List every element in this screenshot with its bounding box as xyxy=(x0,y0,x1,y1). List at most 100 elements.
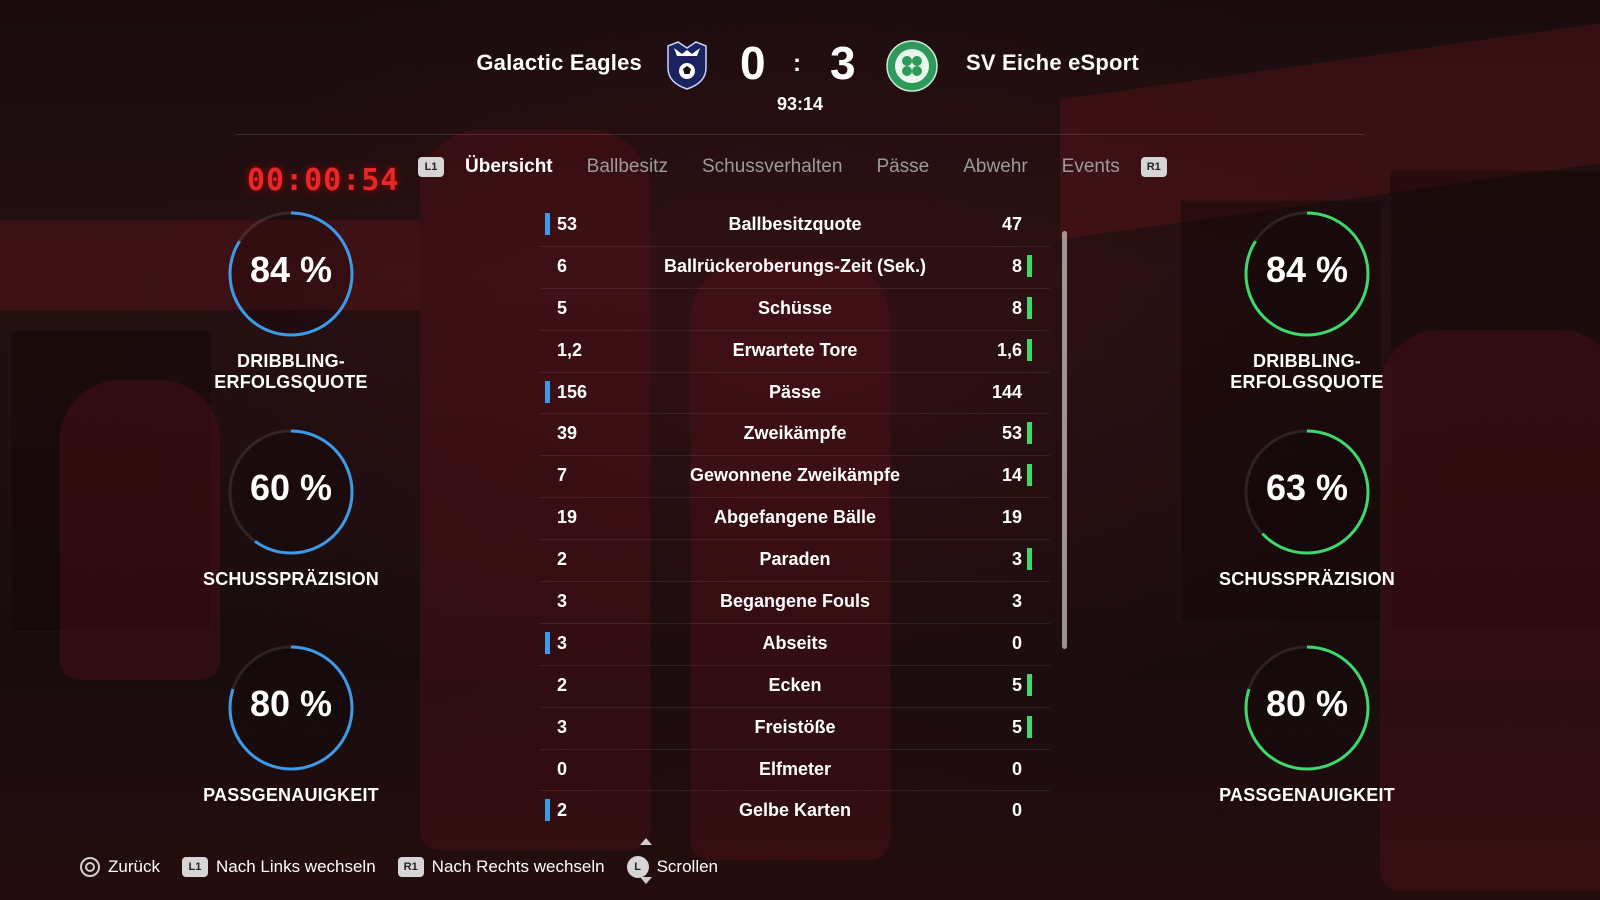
away-value: 19 xyxy=(1001,507,1022,528)
gauge-value: 63 % xyxy=(1265,467,1349,508)
away-gauge-dribbling: 84 % DRIBBLING-ERFOLGSQUOTE xyxy=(1177,209,1437,393)
stat-row: 3 Begangene Fouls 3 xyxy=(540,582,1050,624)
away-value: 8 xyxy=(1011,255,1022,276)
stat-label: Gewonnene Zweikämpfe xyxy=(689,465,901,486)
stats-scrollbar[interactable] xyxy=(1062,231,1067,649)
away-value: 5 xyxy=(1011,716,1022,737)
tab-abwehr[interactable]: Abwehr xyxy=(963,156,1027,178)
tab-uebersicht[interactable]: Übersicht xyxy=(465,156,553,178)
stat-label: Elfmeter xyxy=(758,758,832,779)
stat-label: Freistöße xyxy=(754,716,836,737)
stat-label: Zweikämpfe xyxy=(743,423,847,444)
stat-label: Begangene Fouls xyxy=(719,591,871,612)
stat-label: Abseits xyxy=(762,632,828,653)
stat-row: 1,2 Erwartete Tore 1,6 xyxy=(540,331,1050,373)
away-value: 3 xyxy=(1011,549,1022,570)
switch-left-label: Nach Links wechseln xyxy=(215,857,376,876)
stat-row: 2 Paraden 3 xyxy=(540,540,1050,583)
stat-row: 3 Abseits 0 xyxy=(540,624,1050,666)
home-gauge-dribbling: 84 % DRIBBLING-ERFOLGSQUOTE xyxy=(161,209,421,393)
gauge-label: PASSGENAUIGKEIT xyxy=(1219,785,1395,805)
stat-row: 5 Schüsse 8 xyxy=(540,289,1050,331)
back-hint[interactable]: Zurück xyxy=(80,857,160,877)
match-clock: 93:14 xyxy=(776,94,824,114)
gauge-label: DRIBBLING-ERFOLGSQUOTE xyxy=(1230,351,1384,392)
l1-button-icon: L1 xyxy=(181,857,208,877)
switch-right-hint[interactable]: R1 Nach Rechts wechseln xyxy=(397,857,605,877)
home-score: 0 xyxy=(740,37,766,89)
away-leader-bar xyxy=(1027,254,1032,277)
away-value: 0 xyxy=(1011,800,1022,821)
gauge-label: PASSGENAUIGKEIT xyxy=(203,785,379,805)
circle-button-icon xyxy=(80,857,100,877)
switch-left-hint[interactable]: L1 Nach Links wechseln xyxy=(181,857,376,877)
gauge-value: 80 % xyxy=(249,683,333,724)
stat-label: Abgefangene Bälle xyxy=(713,507,877,528)
stat-label: Pässe xyxy=(768,381,822,402)
stat-row: 6 Ballrückeroberungs-Zeit (Sek.) 8 xyxy=(540,247,1050,289)
l1-button-icon[interactable]: L1 xyxy=(418,157,444,177)
gauge-label: SCHUSSPRÄZISION xyxy=(202,569,380,589)
eagle-crest-icon xyxy=(667,41,707,90)
stat-label: Erwartete Tore xyxy=(732,339,858,360)
tab-paesse[interactable]: Pässe xyxy=(876,156,929,178)
away-value: 3 xyxy=(1011,591,1022,612)
stat-row: 19 Abgefangene Bälle 19 xyxy=(540,498,1050,541)
stat-row: 39 Zweikämpfe 53 xyxy=(540,414,1050,457)
scroll-arrows-icon xyxy=(640,838,652,884)
score-separator: : xyxy=(793,50,801,77)
gauge-value: 80 % xyxy=(1265,683,1349,724)
home-team-name: Galactic Eagles xyxy=(476,50,642,75)
gauge-label: DRIBBLING-ERFOLGSQUOTE xyxy=(214,351,368,392)
stat-row: 0 Elfmeter 0 xyxy=(540,750,1050,792)
away-leader-bar xyxy=(1027,422,1032,445)
away-value: 5 xyxy=(1011,674,1022,695)
tab-events[interactable]: Events xyxy=(1062,156,1120,178)
tab-schussverhalten[interactable]: Schussverhalten xyxy=(702,156,842,178)
gauge-value: 84 % xyxy=(249,249,333,290)
away-team-name: SV Eiche eSport xyxy=(966,50,1139,75)
stats-tab-bar: L1 Übersicht Ballbesitz Schussverhalten … xyxy=(418,150,1167,184)
away-value: 8 xyxy=(1011,297,1022,318)
stat-row: 3 Freistöße 5 xyxy=(540,708,1050,750)
stat-label: Gelbe Karten xyxy=(738,800,852,821)
away-leader-bar xyxy=(1027,715,1032,738)
stat-row: 156 Pässe 144 xyxy=(540,373,1050,415)
r1-button-icon: R1 xyxy=(397,857,424,877)
away-leader-bar xyxy=(1027,338,1032,361)
stat-row: 53 Ballbesitzquote 47 xyxy=(540,205,1050,247)
gauge-label: SCHUSSPRÄZISION xyxy=(1218,569,1396,589)
away-value: 144 xyxy=(991,381,1022,402)
away-gauge-passgenauigkeit: 80 % PASSGENAUIGKEIT xyxy=(1177,643,1437,806)
away-value: 0 xyxy=(1011,758,1022,779)
back-label: Zurück xyxy=(108,857,160,876)
away-leader-bar xyxy=(1027,548,1032,571)
clover-crest-icon xyxy=(886,40,938,92)
away-gauge-schusspraezision: 63 % SCHUSSPRÄZISION xyxy=(1177,427,1437,590)
scroll-label: Scrollen xyxy=(656,857,719,876)
r1-button-icon[interactable]: R1 xyxy=(1140,157,1167,177)
stat-label: Ballbesitzquote xyxy=(728,214,862,234)
stat-label: Paraden xyxy=(759,549,831,570)
background-timer-display: 00:00:54 xyxy=(247,163,400,198)
stat-row: 7 Gewonnene Zweikämpfe 14 xyxy=(540,456,1050,499)
home-gauge-schusspraezision: 60 % SCHUSSPRÄZISION xyxy=(161,427,421,590)
away-value: 14 xyxy=(1001,465,1022,486)
away-leader-bar xyxy=(1027,464,1032,487)
stat-label: Ecken xyxy=(768,674,822,695)
stat-label: Schüsse xyxy=(757,297,833,318)
gauge-value: 84 % xyxy=(1265,249,1349,290)
away-value: 0 xyxy=(1011,632,1022,653)
scoreboard: Galactic Eagles 0 : 3 SV Eiche eSport 93… xyxy=(0,30,1600,135)
home-gauge-passgenauigkeit: 80 % PASSGENAUIGKEIT xyxy=(161,643,421,806)
away-value: 47 xyxy=(1001,214,1022,234)
stats-table: 53 Ballbesitzquote 47 6 Ballrückeroberungs-… xyxy=(540,205,1050,832)
switch-right-label: Nach Rechts wechseln xyxy=(431,857,605,876)
stat-label: Ballrückeroberungs-Zeit (Sek.) xyxy=(663,255,927,276)
stat-row: 2 Gelbe Karten 0 xyxy=(540,791,1050,832)
away-leader-bar xyxy=(1027,673,1032,696)
tab-ballbesitz[interactable]: Ballbesitz xyxy=(587,156,668,178)
away-score: 3 xyxy=(830,37,856,89)
away-value: 53 xyxy=(1001,423,1022,444)
stat-row: 2 Ecken 5 xyxy=(540,666,1050,708)
